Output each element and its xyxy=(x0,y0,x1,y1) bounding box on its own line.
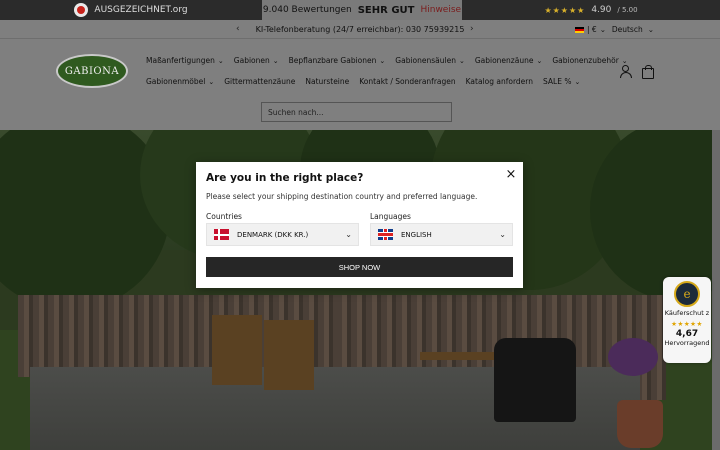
stars-icon: ★★★★★ xyxy=(544,5,586,15)
chevron-down-icon: ⌄ xyxy=(379,57,386,65)
top-rating-bar: AUSGEZEICHNET.org 9.040 Bewertungen SEHR… xyxy=(0,0,720,20)
language-label: Deutsch xyxy=(611,25,643,34)
nav-item-gabionensaeulen[interactable]: Gabionensäulen ⌄ xyxy=(395,56,465,65)
trust-rating-word: Hervorragend xyxy=(664,339,710,347)
announcement-text: KI-Telefonberatung (24/7 erreichbar): 03… xyxy=(255,24,465,34)
prev-announcement-arrow-icon[interactable]: ‹ xyxy=(236,24,240,34)
reviews-count: 9.040 Bewertungen xyxy=(262,5,352,15)
hints-link[interactable]: Hinweise xyxy=(420,5,461,15)
nav-item-gittermattenzaeune[interactable]: Gittermattenzäune xyxy=(224,77,295,86)
score-max: / 5.00 xyxy=(617,6,638,14)
country-language-modal: × Are you in the right place? Please sel… xyxy=(196,162,523,288)
trust-score: 4,67 xyxy=(675,329,699,339)
main-nav-row-1: Maßanfertigungen ⌄ Gabionen ⌄ Bepflanzbare… xyxy=(146,56,628,65)
denmark-flag-icon xyxy=(214,229,229,240)
nav-item-gabionenmoebel[interactable]: Gabionenmöbel ⌄ xyxy=(146,77,214,86)
award-text: AUSGEZEICHNET.org xyxy=(94,5,188,15)
score-value: 4.90 xyxy=(591,5,612,15)
nav-item-katalog[interactable]: Katalog anfordern xyxy=(466,77,533,86)
stars-icon: ★★★★★ xyxy=(671,320,703,328)
chevron-down-icon: ⌄ xyxy=(345,230,352,239)
nav-item-gabionenzaeune[interactable]: Gabionenzäune ⌄ xyxy=(475,56,543,65)
trust-seal-icon: e xyxy=(674,281,700,307)
next-announcement-arrow-icon[interactable]: › xyxy=(470,24,474,34)
score-section: ★★★★★ 4.90 / 5.00 xyxy=(462,0,720,20)
currency-selector[interactable]: | € ⌄ xyxy=(575,20,606,39)
award-seal-icon xyxy=(74,3,89,17)
nav-item-kontakt[interactable]: Kontakt / Sonderanfragen xyxy=(359,77,455,86)
modal-title: Are you in the right place? xyxy=(206,172,364,184)
country-select[interactable]: DENMARK (DKK KR.) ⌄ xyxy=(206,223,359,246)
search-placeholder: Suchen nach... xyxy=(268,107,324,117)
site-header: ‹ KI-Telefonberatung (24/7 erreichbar): … xyxy=(0,20,720,130)
country-value: DENMARK (DKK KR.) xyxy=(237,230,309,239)
chevron-down-icon: ⌄ xyxy=(208,78,215,86)
site-logo[interactable]: GABIONA xyxy=(56,54,128,88)
chevron-down-icon: ⌄ xyxy=(599,25,606,34)
language-select[interactable]: ENGLISH ⌄ xyxy=(370,223,513,246)
nav-item-bepflanzbare-gabionen[interactable]: Bepflanzbare Gabionen ⌄ xyxy=(289,56,386,65)
cart-icon[interactable] xyxy=(641,65,654,79)
chevron-down-icon: ⌄ xyxy=(536,57,543,65)
buyer-protection-label: Käuferschut z xyxy=(664,309,710,317)
language-selector[interactable]: Deutsch ⌄ xyxy=(612,20,654,39)
reviews-section: 9.040 Bewertungen SEHR GUT Hinweise xyxy=(262,0,462,20)
uk-flag-icon xyxy=(378,229,393,240)
nav-item-sale[interactable]: SALE % ⌄ xyxy=(543,77,580,86)
countries-label: Countries xyxy=(206,212,242,221)
currency-label: | € xyxy=(587,25,597,34)
nav-item-gabionenzubehoer[interactable]: Gabionenzubehör ⌄ xyxy=(552,56,627,65)
chevron-down-icon: ⌄ xyxy=(458,57,465,65)
page-scrollbar[interactable] xyxy=(712,130,720,450)
shop-now-button[interactable]: SHOP NOW xyxy=(206,257,513,277)
chevron-down-icon: ⌄ xyxy=(217,57,224,65)
main-nav-row-2: Gabionenmöbel ⌄ Gittermattenzäune Naturst… xyxy=(146,77,580,86)
close-icon[interactable]: × xyxy=(504,168,518,182)
language-value: ENGLISH xyxy=(401,230,432,239)
chevron-down-icon: ⌄ xyxy=(647,25,654,34)
germany-flag-icon xyxy=(575,26,585,33)
modal-description: Please select your shipping destination … xyxy=(206,192,478,201)
languages-label: Languages xyxy=(370,212,411,221)
chevron-down-icon: ⌄ xyxy=(621,57,628,65)
nav-item-gabionen[interactable]: Gabionen ⌄ xyxy=(234,56,279,65)
nav-item-massanfertigungen[interactable]: Maßanfertigungen ⌄ xyxy=(146,56,224,65)
search-input[interactable]: Suchen nach... xyxy=(261,102,452,122)
chevron-down-icon: ⌄ xyxy=(574,78,581,86)
award-section[interactable]: AUSGEZEICHNET.org xyxy=(0,0,262,20)
chevron-down-icon: ⌄ xyxy=(272,57,279,65)
account-icon[interactable] xyxy=(619,65,632,78)
logo-text: GABIONA xyxy=(64,65,120,77)
chevron-down-icon: ⌄ xyxy=(499,230,506,239)
trusted-shops-badge[interactable]: e Käuferschut z ★★★★★ 4,67 Hervorragend xyxy=(663,277,711,363)
nav-item-natursteine[interactable]: Natursteine xyxy=(305,77,349,86)
rating-word: SEHR GUT xyxy=(357,4,415,16)
